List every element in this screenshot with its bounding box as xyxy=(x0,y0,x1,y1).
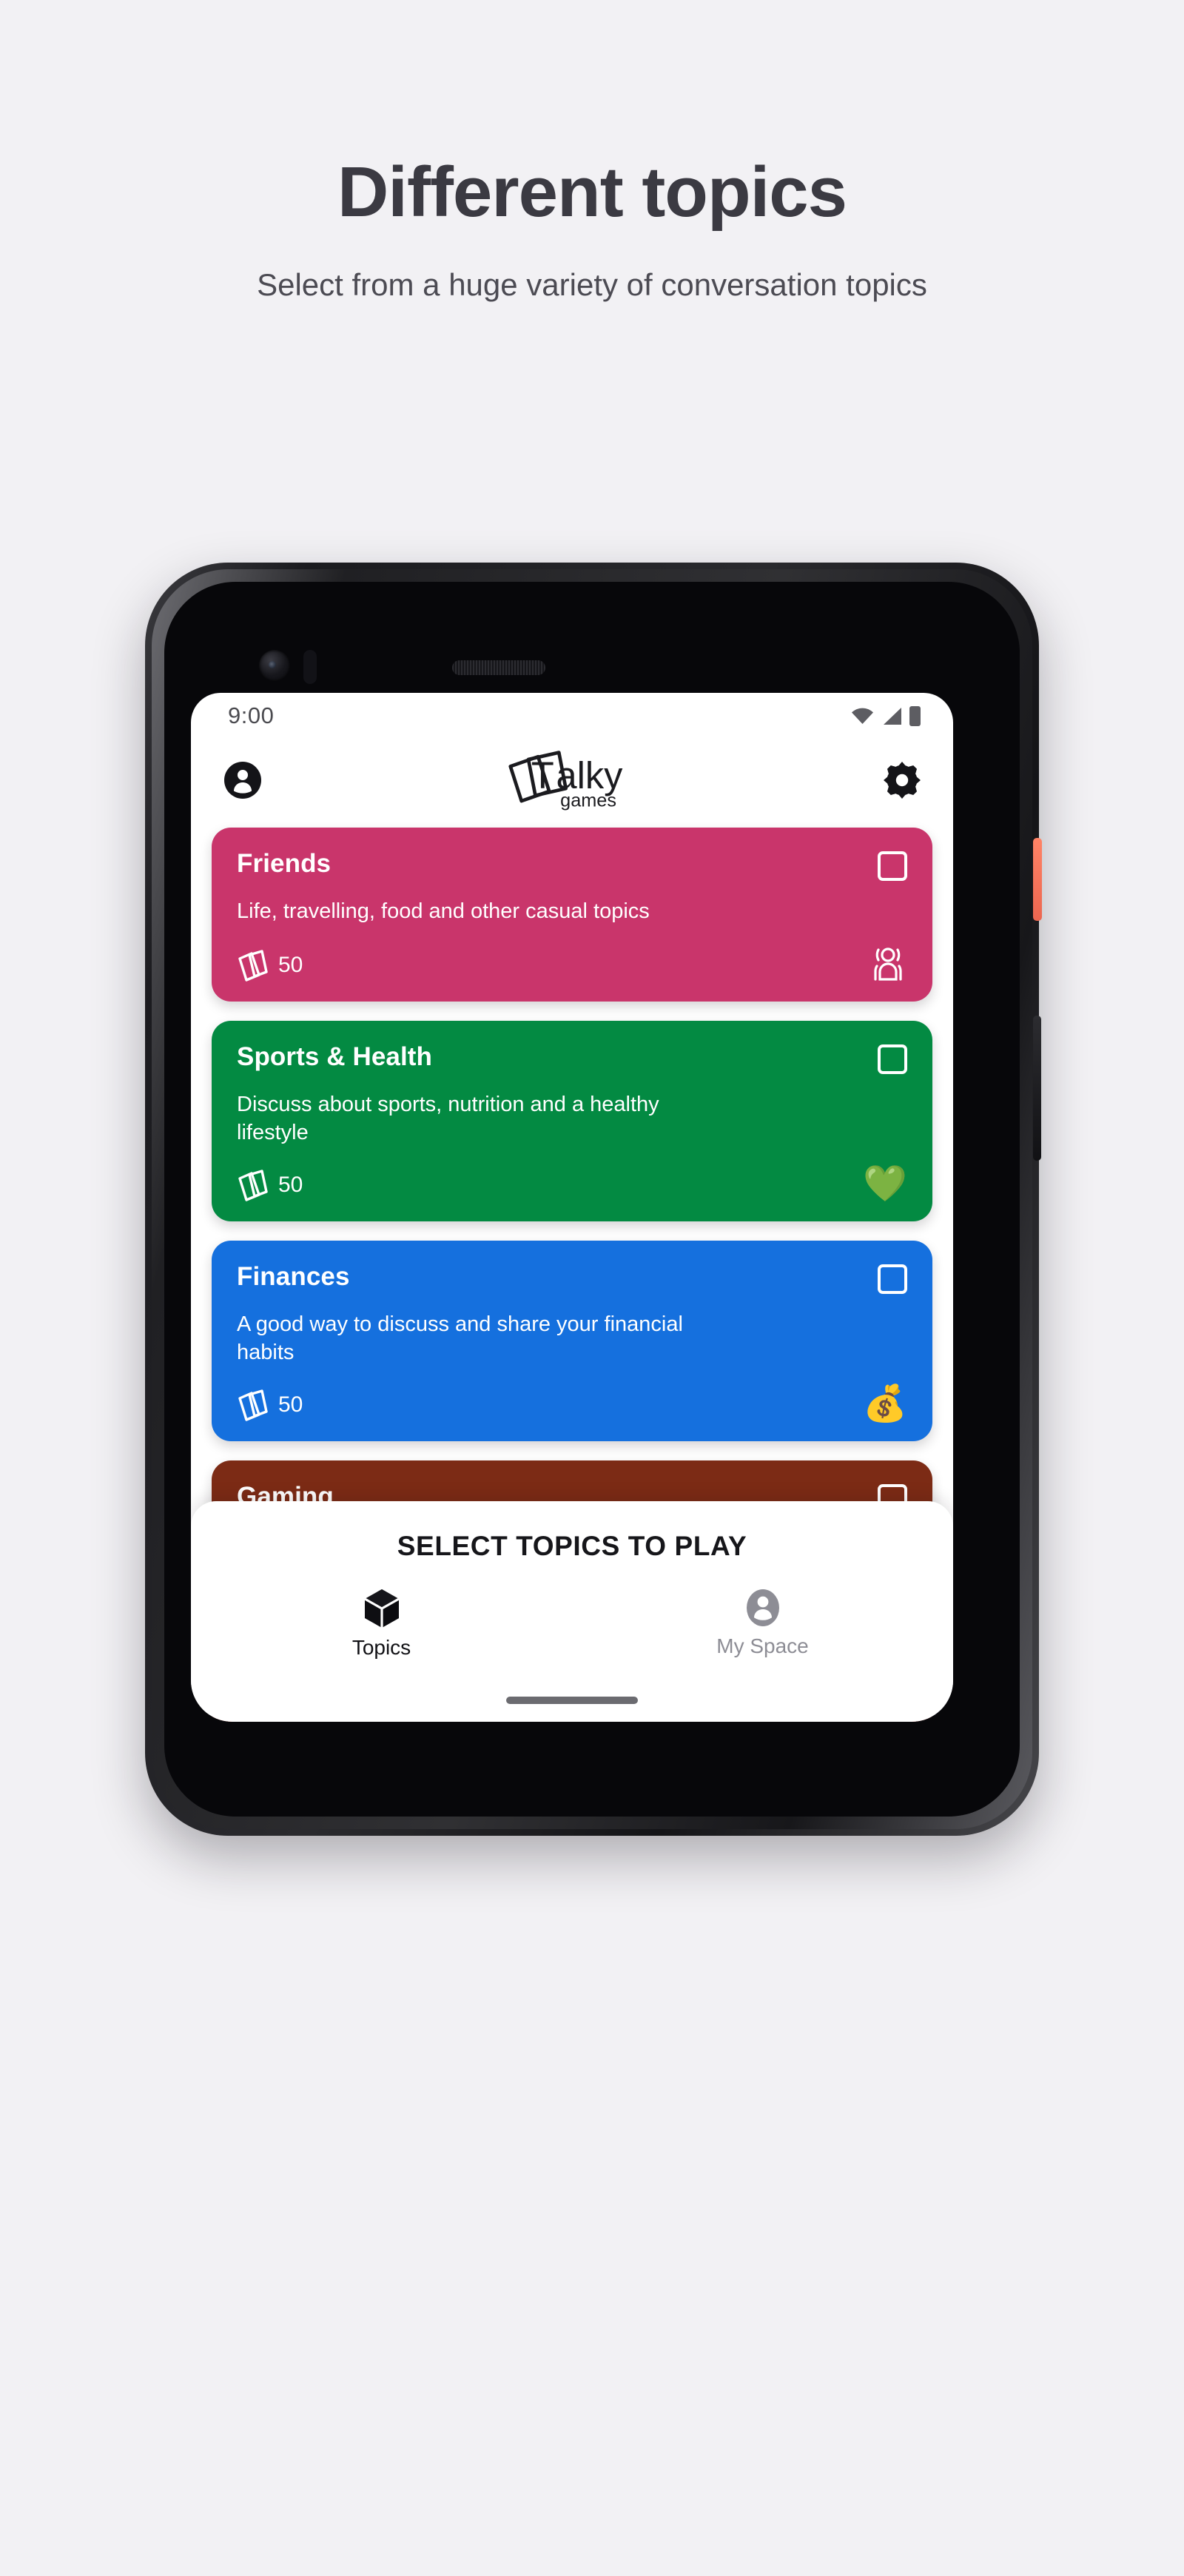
promo-page: Different topics Select from a huge vari… xyxy=(0,0,1184,2576)
card-count: 50 xyxy=(237,1168,303,1202)
nav-item-topics[interactable]: Topics xyxy=(191,1589,572,1660)
money-bag-icon: 💰 xyxy=(863,1383,907,1423)
gear-icon[interactable] xyxy=(884,762,921,799)
front-camera-icon xyxy=(259,650,290,681)
proximity-sensor-icon xyxy=(303,650,317,684)
phone-bezel: 9:00 T alky games Friends Life, travelli… xyxy=(164,582,1020,1817)
heartbeat-icon: 💚 xyxy=(863,1164,907,1204)
card-count-value: 50 xyxy=(278,952,303,977)
phone-mid-frame: 9:00 T alky games Friends Life, travelli… xyxy=(152,569,1032,1829)
person-icon xyxy=(745,1589,781,1627)
topic-title: Sports & Health xyxy=(237,1042,433,1071)
promo-header: Different topics Select from a huge vari… xyxy=(0,0,1184,306)
power-button[interactable] xyxy=(1033,838,1042,921)
nav-label-topics: Topics xyxy=(352,1636,411,1659)
checkbox-unchecked-icon[interactable] xyxy=(878,1264,907,1294)
status-icons xyxy=(851,705,921,726)
status-time: 9:00 xyxy=(228,702,275,728)
bottom-navigation: Topics My Space xyxy=(191,1589,953,1660)
card-count-value: 50 xyxy=(278,1392,303,1417)
svg-text:T: T xyxy=(531,754,554,796)
topic-description: Discuss about sports, nutrition and a he… xyxy=(237,1092,659,1145)
topic-card-footer: 50 💰 xyxy=(237,1367,907,1422)
topic-title: Finances xyxy=(237,1261,350,1291)
nav-item-my-space[interactable]: My Space xyxy=(572,1589,953,1658)
account-circle-icon[interactable] xyxy=(223,761,262,799)
checkbox-unchecked-icon[interactable] xyxy=(878,1044,907,1074)
card-count-value: 50 xyxy=(278,1172,303,1197)
nav-label-my-space: My Space xyxy=(716,1634,809,1657)
people-group-icon xyxy=(869,945,907,982)
app-bar: T alky games xyxy=(191,739,953,822)
phone-outer-frame: 9:00 T alky games Friends Life, travelli… xyxy=(145,563,1039,1836)
app-logo: T alky games xyxy=(497,745,649,815)
cards-deck-icon xyxy=(237,948,268,982)
topic-card-sports-health[interactable]: Sports & Health Discuss about sports, nu… xyxy=(212,1020,932,1221)
topic-title: Friends xyxy=(237,849,332,878)
topic-card-friends[interactable]: Friends Life, travelling, food and other… xyxy=(212,828,932,1002)
cards-deck-icon xyxy=(237,1168,268,1202)
topic-description: Life, travelling, food and other casual … xyxy=(237,899,650,923)
checkbox-unchecked-icon[interactable] xyxy=(878,851,907,881)
cube-icon xyxy=(363,1589,400,1629)
select-topics-prompt: SELECT TOPICS TO PLAY xyxy=(397,1531,747,1561)
topic-card-footer: 50 💚 xyxy=(237,1147,907,1202)
topic-card-footer: 50 xyxy=(237,926,907,982)
card-count: 50 xyxy=(237,948,303,982)
topic-card-finances[interactable]: Finances A good way to discuss and share… xyxy=(212,1240,932,1441)
page-subtitle: Select from a huge variety of conversati… xyxy=(257,266,927,302)
svg-text:games: games xyxy=(560,791,616,811)
topic-card-header: Sports & Health xyxy=(237,1042,907,1074)
cellular-signal-icon xyxy=(881,707,903,725)
bottom-sheet: SELECT TOPICS TO PLAY Topics My Space xyxy=(191,1501,953,1722)
home-indicator[interactable] xyxy=(506,1697,638,1704)
topic-card-header: Friends xyxy=(237,849,907,881)
phone-mockup: 9:00 T alky games Friends Life, travelli… xyxy=(145,563,1042,1836)
earpiece-speaker xyxy=(452,660,545,675)
wifi-icon xyxy=(851,707,874,725)
card-count: 50 xyxy=(237,1388,303,1422)
status-bar: 9:00 xyxy=(191,693,953,739)
page-title: Different topics xyxy=(337,152,847,232)
topic-card-header: Finances xyxy=(237,1261,907,1294)
battery-icon xyxy=(909,705,921,726)
volume-rocker-button[interactable] xyxy=(1033,1016,1041,1161)
topic-description: A good way to discuss and share your fin… xyxy=(237,1312,683,1365)
phone-screen: 9:00 T alky games Friends Life, travelli… xyxy=(191,693,953,1722)
cards-deck-icon xyxy=(237,1388,268,1422)
